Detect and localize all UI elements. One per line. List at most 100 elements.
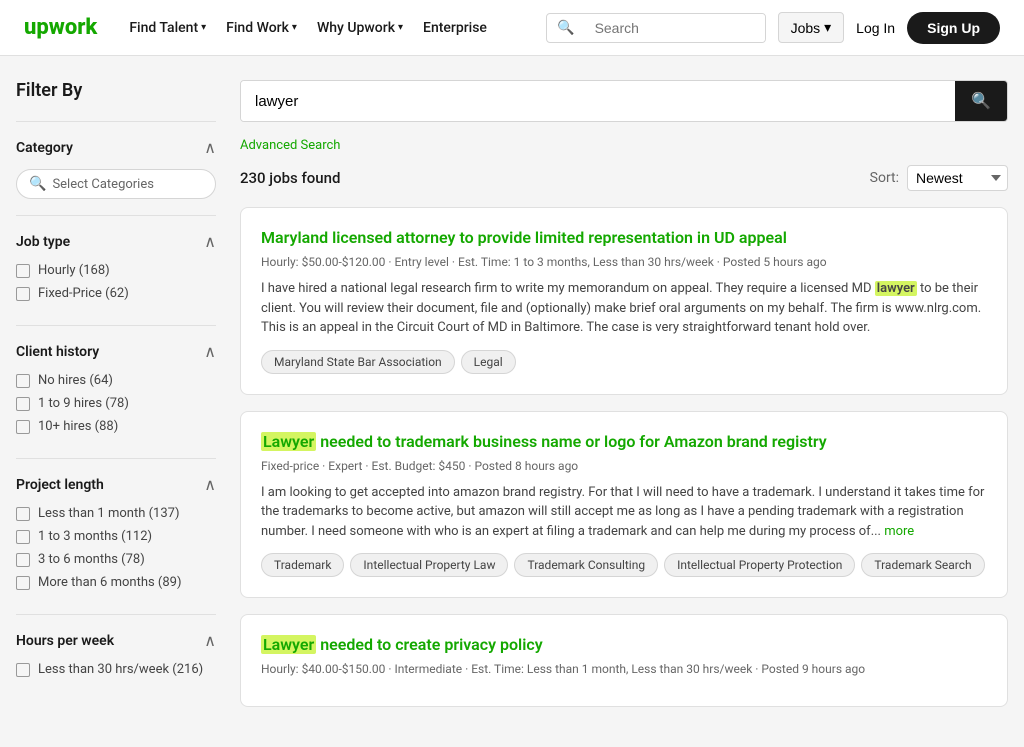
collapse-icon: ∧ — [204, 342, 216, 361]
job-title[interactable]: Lawyer needed to create privacy policy — [261, 635, 987, 654]
content-area: 🔍 Advanced Search 230 jobs found Sort: N… — [240, 80, 1008, 723]
filter-section-hours-per-week-header[interactable]: Hours per week ∧ — [16, 631, 216, 650]
client-history-section-title: Client history — [16, 344, 99, 360]
filter-label-1to9-hires: 1 to 9 hires (78) — [38, 396, 129, 411]
results-count: 230 jobs found — [240, 169, 340, 187]
filter-option-1to9-hires[interactable]: 1 to 9 hires (78) — [16, 396, 216, 411]
category-search-label: Select Categories — [52, 177, 154, 192]
job-description: I have hired a national legal research f… — [261, 279, 987, 338]
results-header: 230 jobs found Sort: Newest Oldest Relev… — [240, 165, 1008, 191]
jobs-dropdown-button[interactable]: Jobs ▾ — [778, 12, 845, 43]
filter-option-no-hires[interactable]: No hires (64) — [16, 373, 216, 388]
chevron-down-icon: ▾ — [824, 19, 831, 36]
collapse-icon: ∧ — [204, 138, 216, 157]
chevron-down-icon: ▾ — [398, 22, 403, 33]
nav-find-work[interactable]: Find Work ▾ — [226, 20, 297, 36]
filter-section-category-header[interactable]: Category ∧ — [16, 138, 216, 157]
filter-option-hourly[interactable]: Hourly (168) — [16, 263, 216, 278]
job-card: Lawyer needed to trademark business name… — [240, 411, 1008, 599]
search-icon: 🔍 — [547, 14, 584, 42]
tag[interactable]: Intellectual Property Law — [350, 553, 508, 577]
chevron-down-icon: ▾ — [292, 22, 297, 33]
filter-option-less-1-month[interactable]: Less than 1 month (137) — [16, 506, 216, 521]
nav-why-upwork[interactable]: Why Upwork ▾ — [317, 20, 403, 36]
tag[interactable]: Maryland State Bar Association — [261, 350, 455, 374]
filter-section-category: Category ∧ 🔍 Select Categories — [16, 121, 216, 215]
main-search-bar: 🔍 — [240, 80, 1008, 122]
job-card: Lawyer needed to create privacy policy H… — [240, 614, 1008, 707]
advanced-search-link[interactable]: Advanced Search — [240, 138, 1008, 153]
keyword-highlight: Lawyer — [261, 635, 316, 654]
filter-option-more-6-months[interactable]: More than 6 months (89) — [16, 575, 216, 590]
project-length-section-title: Project length — [16, 477, 104, 493]
filter-checkbox-fixed-price[interactable] — [16, 287, 30, 301]
filter-label-less-1-month: Less than 1 month (137) — [38, 506, 179, 521]
logo[interactable]: upwork — [24, 15, 97, 40]
filter-checkbox-1to9-hires[interactable] — [16, 397, 30, 411]
sort-label: Sort: — [870, 170, 899, 186]
search-icon: 🔍 — [29, 176, 46, 192]
nav-enterprise[interactable]: Enterprise — [423, 20, 487, 36]
filter-section-client-history: Client history ∧ No hires (64) 1 to 9 hi… — [16, 325, 216, 458]
filter-option-3to6-months[interactable]: 3 to 6 months (78) — [16, 552, 216, 567]
filter-checkbox-3to6-months[interactable] — [16, 553, 30, 567]
main-content: Filter By Category ∧ 🔍 Select Categories… — [0, 56, 1024, 747]
chevron-down-icon: ▾ — [201, 22, 206, 33]
sort-select[interactable]: Newest Oldest Relevance — [907, 165, 1008, 191]
keyword-highlight: lawyer — [875, 281, 917, 296]
job-type-section-title: Job type — [16, 234, 70, 250]
tag[interactable]: Trademark Search — [861, 553, 984, 577]
filter-section-job-type: Job type ∧ Hourly (168) Fixed-Price (62) — [16, 215, 216, 325]
filter-section-project-length-header[interactable]: Project length ∧ — [16, 475, 216, 494]
filter-title: Filter By — [16, 80, 216, 101]
login-button[interactable]: Log In — [856, 20, 895, 36]
filter-label-3to6-months: 3 to 6 months (78) — [38, 552, 145, 567]
main-nav: Find Talent ▾ Find Work ▾ Why Upwork ▾ E… — [129, 20, 487, 36]
tag[interactable]: Trademark — [261, 553, 344, 577]
filter-section-client-history-header[interactable]: Client history ∧ — [16, 342, 216, 361]
header-search-input[interactable] — [585, 14, 765, 42]
filter-section-job-type-header[interactable]: Job type ∧ — [16, 232, 216, 251]
filter-checkbox-less-30-hrs[interactable] — [16, 663, 30, 677]
main-search-input[interactable] — [241, 81, 955, 121]
collapse-icon: ∧ — [204, 232, 216, 251]
tag[interactable]: Trademark Consulting — [514, 553, 658, 577]
filter-checkbox-1to3-months[interactable] — [16, 530, 30, 544]
filter-checkbox-more-6-months[interactable] — [16, 576, 30, 590]
search-button[interactable]: 🔍 — [955, 81, 1007, 121]
collapse-icon: ∧ — [204, 631, 216, 650]
filter-checkbox-hourly[interactable] — [16, 264, 30, 278]
filter-option-fixed-price[interactable]: Fixed-Price (62) — [16, 286, 216, 301]
filter-label-no-hires: No hires (64) — [38, 373, 113, 388]
job-meta: Hourly: $50.00-$120.00 · Entry level · E… — [261, 255, 987, 269]
signup-button[interactable]: Sign Up — [907, 12, 1000, 44]
job-description: I am looking to get accepted into amazon… — [261, 483, 987, 542]
tag[interactable]: Legal — [461, 350, 516, 374]
header-search: 🔍 — [546, 13, 765, 43]
more-link[interactable]: more — [884, 524, 914, 539]
job-title[interactable]: Maryland licensed attorney to provide li… — [261, 228, 987, 247]
job-title[interactable]: Lawyer needed to trademark business name… — [261, 432, 987, 451]
filter-checkbox-10plus-hires[interactable] — [16, 420, 30, 434]
filter-section-hours-per-week: Hours per week ∧ Less than 30 hrs/week (… — [16, 614, 216, 701]
filter-label-fixed-price: Fixed-Price (62) — [38, 286, 129, 301]
hours-per-week-section-title: Hours per week — [16, 633, 114, 649]
job-meta: Fixed-price · Expert · Est. Budget: $450… — [261, 459, 987, 473]
filter-section-project-length: Project length ∧ Less than 1 month (137)… — [16, 458, 216, 614]
filter-option-less-30-hrs[interactable]: Less than 30 hrs/week (216) — [16, 662, 216, 677]
filter-option-10plus-hires[interactable]: 10+ hires (88) — [16, 419, 216, 434]
job-tags: Trademark Intellectual Property Law Trad… — [261, 553, 987, 577]
nav-find-talent[interactable]: Find Talent ▾ — [129, 20, 206, 36]
category-search-input[interactable]: 🔍 Select Categories — [16, 169, 216, 199]
filter-checkbox-no-hires[interactable] — [16, 374, 30, 388]
filter-label-more-6-months: More than 6 months (89) — [38, 575, 182, 590]
filter-label-1to3-months: 1 to 3 months (112) — [38, 529, 152, 544]
filter-checkbox-less-1-month[interactable] — [16, 507, 30, 521]
job-card: Maryland licensed attorney to provide li… — [240, 207, 1008, 395]
collapse-icon: ∧ — [204, 475, 216, 494]
keyword-highlight: Lawyer — [261, 432, 316, 451]
job-tags: Maryland State Bar Association Legal — [261, 350, 987, 374]
tag[interactable]: Intellectual Property Protection — [664, 553, 855, 577]
sidebar: Filter By Category ∧ 🔍 Select Categories… — [16, 80, 216, 723]
filter-option-1to3-months[interactable]: 1 to 3 months (112) — [16, 529, 216, 544]
